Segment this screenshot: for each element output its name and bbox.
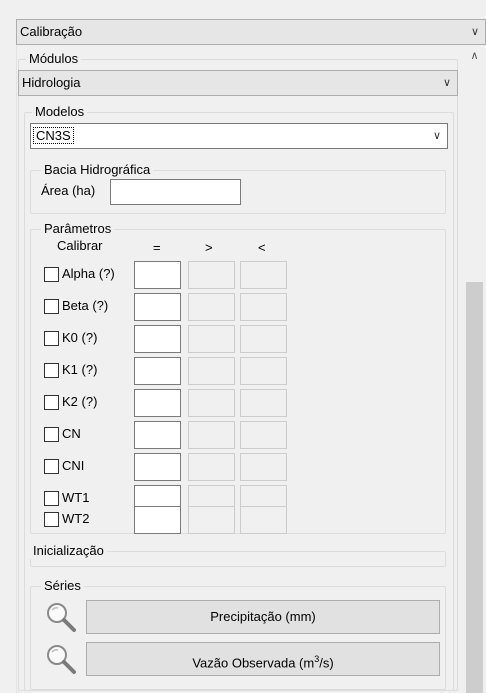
vazao-label-prefix: Vazão Observada (m — [192, 655, 315, 671]
param-gt-input[interactable] — [188, 261, 235, 289]
param-label: Beta (?) — [62, 298, 109, 313]
area-label: Área (ha) — [41, 183, 96, 198]
scrollbar-thumb[interactable] — [466, 282, 483, 693]
param-eq-input[interactable] — [134, 389, 181, 417]
param-gt-input[interactable] — [188, 293, 235, 321]
modelos-dropdown-value: CN3S — [33, 127, 74, 144]
modelos-dropdown[interactable]: CN3S ∨ — [30, 123, 448, 149]
modulos-dropdown-value: Hidrologia — [22, 75, 81, 90]
bacia-hidrografica-label: Bacia Hidrográfica — [41, 162, 154, 178]
series-label: Séries — [41, 578, 84, 594]
param-label: K0 (?) — [62, 330, 98, 345]
param-eq-input[interactable] — [134, 325, 181, 353]
precipitacao-button[interactable]: Precipitação (mm) — [86, 600, 440, 634]
param-label: CN — [62, 426, 81, 441]
param-gt-input[interactable] — [188, 506, 235, 534]
calibrate-checkbox[interactable] — [44, 512, 59, 527]
header-gt: > — [205, 240, 213, 255]
magnifier-icon[interactable] — [43, 641, 77, 675]
calibrate-checkbox[interactable] — [44, 299, 59, 314]
calibrate-checkbox[interactable] — [44, 267, 59, 282]
inicializacao-label: Inicialização — [30, 543, 107, 559]
param-gt-input[interactable] — [188, 389, 235, 417]
header-calibrar: Calibrar — [57, 238, 103, 253]
param-lt-input[interactable] — [240, 506, 287, 534]
calibrate-checkbox[interactable] — [44, 491, 59, 506]
param-eq-input[interactable] — [134, 261, 181, 289]
param-label: Alpha (?) — [62, 266, 115, 281]
param-gt-input[interactable] — [188, 453, 235, 481]
vazao-label-suffix: /s) — [319, 655, 334, 671]
param-label: K1 (?) — [62, 362, 98, 377]
area-input[interactable] — [110, 179, 241, 205]
param-eq-input[interactable] — [134, 357, 181, 385]
calibrate-checkbox[interactable] — [44, 331, 59, 346]
magnifier-icon[interactable] — [43, 599, 77, 633]
vertical-scrollbar[interactable]: ∧ — [463, 45, 486, 693]
calibrate-checkbox[interactable] — [44, 395, 59, 410]
chevron-down-icon: ∨ — [432, 130, 441, 142]
param-gt-input[interactable] — [188, 421, 235, 449]
header-eq: = — [153, 240, 161, 255]
param-gt-input[interactable] — [188, 325, 235, 353]
scroll-up-arrow-icon[interactable]: ∧ — [463, 49, 486, 66]
param-label: WT1 — [62, 490, 90, 505]
param-label: WT2 — [62, 511, 90, 526]
modulos-dropdown[interactable]: Hidrologia ∨ — [18, 70, 458, 96]
param-label: K2 (?) — [62, 394, 98, 409]
modulos-label: Módulos — [26, 51, 82, 67]
chevron-down-icon: ∨ — [470, 26, 479, 38]
param-eq-input[interactable] — [134, 293, 181, 321]
modelos-label: Modelos — [32, 104, 88, 120]
param-eq-input[interactable] — [134, 421, 181, 449]
chevron-down-icon: ∨ — [442, 77, 451, 89]
header-lt: < — [258, 240, 266, 255]
vazao-observada-button[interactable]: Vazão Observada (m3/s) — [86, 642, 440, 676]
parametros-label: Parâmetros — [41, 221, 115, 237]
param-lt-input[interactable] — [240, 453, 287, 481]
calibrate-checkbox[interactable] — [44, 427, 59, 442]
calibrate-checkbox[interactable] — [44, 363, 59, 378]
param-gt-input[interactable] — [188, 357, 235, 385]
calibracao-dropdown-value: Calibração — [20, 24, 83, 39]
param-lt-input[interactable] — [240, 325, 287, 353]
param-lt-input[interactable] — [240, 357, 287, 385]
param-lt-input[interactable] — [240, 261, 287, 289]
calibracao-dropdown[interactable]: Calibração ∨ — [16, 19, 486, 45]
calibrate-checkbox[interactable] — [44, 459, 59, 474]
param-lt-input[interactable] — [240, 389, 287, 417]
param-label: CNI — [62, 458, 85, 473]
param-eq-input[interactable] — [134, 453, 181, 481]
param-lt-input[interactable] — [240, 421, 287, 449]
param-eq-input[interactable] — [134, 506, 181, 534]
param-lt-input[interactable] — [240, 293, 287, 321]
precipitacao-button-label: Precipitação (mm) — [210, 609, 316, 624]
